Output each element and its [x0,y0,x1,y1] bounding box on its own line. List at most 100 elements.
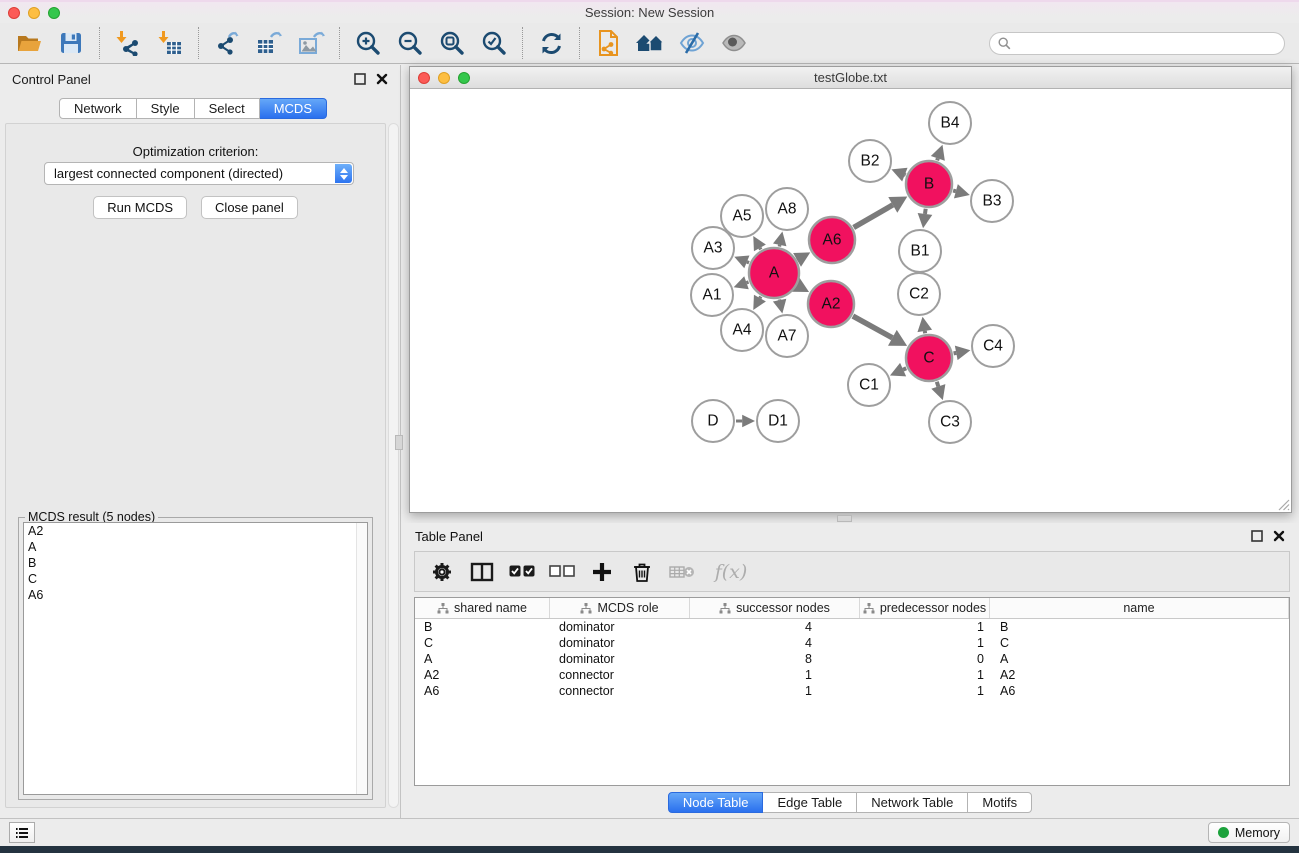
table-row[interactable]: Cdominator41C [415,635,1289,651]
network-document-icon[interactable] [589,26,627,60]
close-table-panel-icon[interactable] [1273,530,1285,542]
network-zoom-button[interactable] [458,72,470,84]
graph-node-label: C4 [983,338,1003,355]
float-table-panel-icon[interactable] [1251,530,1263,542]
delete-column-icon[interactable] [629,558,655,586]
close-window-button[interactable] [8,7,20,19]
tab-motifs[interactable]: Motifs [968,792,1032,813]
column-header-shared-name[interactable]: shared name [415,598,550,618]
tab-network[interactable]: Network [59,98,137,119]
table-panel-title: Table Panel [415,529,483,544]
criterion-selected-value: largest connected component (directed) [54,166,283,181]
mcds-result-item[interactable]: B [24,555,367,571]
import-table-icon[interactable] [151,26,189,60]
table-row[interactable]: A6connector11A6 [415,683,1289,699]
criterion-select[interactable]: largest connected component (directed) [44,162,354,185]
graph-edge-B-B1[interactable] [925,209,926,214]
titlebar: Session: New Session [0,2,1299,23]
graph-node-label: B2 [861,153,880,170]
memory-button[interactable]: Memory [1208,822,1290,843]
houses-icon[interactable] [631,26,669,60]
columns-icon[interactable] [469,558,495,586]
tab-style[interactable]: Style [137,98,195,119]
network-canvas[interactable]: B4B2BB3A5A8A6A3B1AA1C2A2A4A7C4CC1DD1C3 [411,90,1290,511]
zoom-selected-icon[interactable] [475,26,513,60]
zoom-out-icon[interactable] [391,26,429,60]
mcds-result-item[interactable]: A [24,539,367,555]
column-header-predecessor-nodes[interactable]: predecessor nodes [860,598,990,618]
network-graph: B4B2BB3A5A8A6A3B1AA1C2A2A4A7C4CC1DD1C3 [411,90,1290,511]
graph-edge-B-B3[interactable] [953,191,956,192]
table-row[interactable]: A2connector11A2 [415,667,1289,683]
status-bar: Memory [0,818,1299,846]
close-panel-icon[interactable] [376,73,388,85]
vertical-divider-grip[interactable] [395,435,403,450]
toolbar-separator [198,27,199,59]
tab-edge-table[interactable]: Edge Table [763,792,857,813]
network-minimize-button[interactable] [438,72,450,84]
column-header-name[interactable]: name [990,598,1289,618]
search-input[interactable] [1016,36,1276,50]
table-row[interactable]: Adominator80A [415,651,1289,667]
control-panel-scrollbar[interactable] [388,123,399,808]
horizontal-divider-grip[interactable] [837,515,852,522]
graph-edge-B-B4[interactable] [937,158,938,160]
import-network-icon[interactable] [109,26,147,60]
graph-edge-A-A4[interactable] [760,297,761,299]
graph-node-label: C3 [940,414,960,431]
graph-edge-A6-B[interactable] [854,205,893,228]
window-resize-grip[interactable] [1275,496,1290,511]
desktop-background [0,846,1299,853]
column-header-MCDS-role[interactable]: MCDS role [550,598,690,618]
search-field[interactable] [989,32,1285,55]
task-history-button[interactable] [9,822,35,843]
mcds-result-item[interactable]: A6 [24,587,367,603]
gear-icon[interactable] [429,558,455,586]
export-table-icon[interactable] [250,26,288,60]
zoom-fit-icon[interactable] [433,26,471,60]
mcds-result-item[interactable]: C [24,571,367,587]
add-column-icon[interactable] [589,558,615,586]
table-cell: 4 [690,620,860,634]
column-header-successor-nodes[interactable]: successor nodes [690,598,860,618]
mcds-result-item[interactable]: A2 [24,523,367,539]
delete-table-icon[interactable] [669,558,695,586]
tab-mcds[interactable]: MCDS [260,98,327,119]
network-window-titlebar[interactable]: testGlobe.txt [410,67,1291,89]
table-panel: Table Panel [401,523,1299,818]
eye-slash-icon[interactable] [673,26,711,60]
graph-edge-C-C4[interactable] [954,353,957,354]
export-image-icon[interactable] [292,26,330,60]
close-panel-button[interactable]: Close panel [201,196,298,219]
table-row[interactable]: Bdominator41B [415,619,1289,635]
open-folder-icon[interactable] [10,26,48,60]
graph-edge-C-C3[interactable] [937,382,939,387]
tab-node-table[interactable]: Node Table [668,792,764,813]
run-mcds-button[interactable]: Run MCDS [93,196,187,219]
network-close-button[interactable] [418,72,430,84]
graph-edge-A-A3[interactable] [747,262,749,263]
graph-edge-A-A5[interactable] [760,248,761,250]
export-network-icon[interactable] [208,26,246,60]
refresh-icon[interactable] [532,26,570,60]
select-all-checkboxes-icon[interactable] [509,558,535,586]
function-builder-icon[interactable]: f(x) [709,558,753,586]
table-cell: dominator [550,652,690,666]
float-panel-icon[interactable] [354,73,366,85]
graph-edge-A-A1[interactable] [746,282,748,283]
tab-select[interactable]: Select [195,98,260,119]
eye-icon[interactable] [715,26,753,60]
table-cell: 1 [690,668,860,682]
save-icon[interactable] [52,26,90,60]
zoom-in-icon[interactable] [349,26,387,60]
graph-edge-A2-C[interactable] [853,316,892,338]
tab-network-table[interactable]: Network Table [857,792,968,813]
minimize-window-button[interactable] [28,7,40,19]
graph-edge-C-C1[interactable] [903,368,906,369]
list-scrollbar[interactable] [356,523,367,794]
table-cell: 4 [690,636,860,650]
table-cell: 1 [860,668,990,682]
edge-arrowhead-icon [773,299,786,314]
zoom-window-button[interactable] [48,7,60,19]
deselect-all-checkboxes-icon[interactable] [549,558,575,586]
